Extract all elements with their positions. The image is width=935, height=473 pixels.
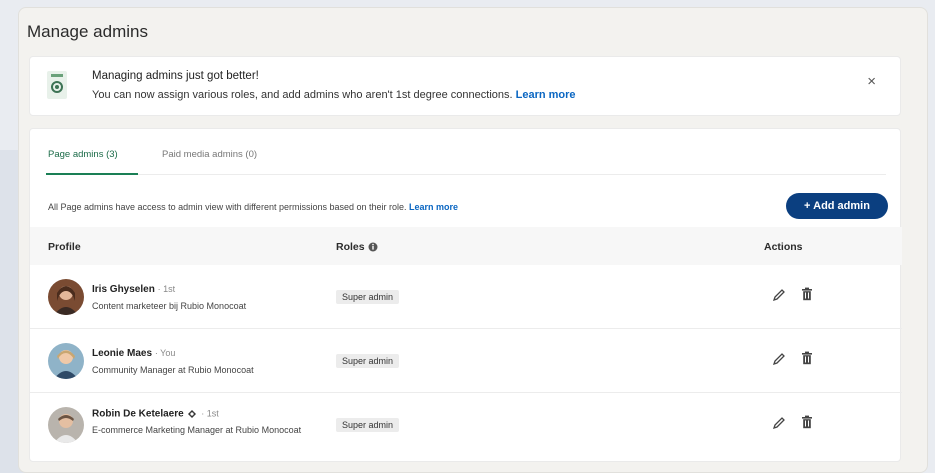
trash-icon[interactable] [800,287,814,301]
manage-admins-panel: Manage admins Managing admins just got b… [18,7,928,473]
banner-heading: Managing admins just got better! [92,70,259,82]
avatar [48,407,84,443]
trash-icon[interactable] [800,351,814,365]
avatar [48,279,84,315]
connection-degree: · 1st [157,284,176,294]
close-icon[interactable]: × [867,73,876,90]
table-row: Robin De Ketelaere · 1st E-commerce Mark… [30,393,902,461]
admin-badge-icon [47,71,67,99]
tab-paid-media-admins[interactable]: Paid media admins (0) [162,149,257,160]
verified-badge-icon [188,410,197,418]
avatar [48,343,84,379]
add-admin-button[interactable]: + Add admin [786,193,888,219]
banner-text-body: You can now assign various roles, and ad… [92,89,513,101]
info-banner: Managing admins just got better! You can… [29,56,901,116]
pencil-icon[interactable] [772,288,786,302]
role-badge: Super admin [336,418,400,432]
connection-degree: · You [154,348,176,358]
info-icon[interactable] [368,242,378,252]
admin-name-text[interactable]: Iris Ghyselen [92,284,155,295]
active-tab-indicator [46,173,138,175]
table-header: Profile Roles Actions [30,227,902,265]
table-row: Iris Ghyselen · 1st Content marketeer bi… [30,265,902,329]
header-roles-label: Roles [336,241,365,253]
admin-name-text[interactable]: Robin De Ketelaere [92,409,184,420]
permissions-learn-more-link[interactable]: Learn more [409,202,458,212]
role-badge: Super admin [336,290,400,304]
header-roles: Roles [336,241,378,253]
admin-headline: Community Manager at Rubio Monocoat [92,365,254,375]
admin-headline: Content marketeer bij Rubio Monocoat [92,301,247,311]
role-badge: Super admin [336,354,400,368]
header-profile: Profile [48,241,81,253]
header-actions: Actions [764,241,803,253]
connection-degree: · 1st [201,408,219,419]
pencil-icon[interactable] [772,416,786,430]
table-row: Leonie Maes · You Community Manager at R… [30,329,902,393]
permissions-info-text: All Page admins have access to admin vie… [48,202,407,212]
banner-text: You can now assign various roles, and ad… [92,89,576,101]
trash-icon[interactable] [800,415,814,429]
admin-name[interactable]: Iris Ghyselen · 1st [92,284,175,295]
panel-title: Manage admins [27,22,148,41]
admin-name[interactable]: Robin De Ketelaere · 1st [92,408,219,420]
admin-tabs: Page admins (3) Paid media admins (0) [46,129,886,175]
pencil-icon[interactable] [772,352,786,366]
admin-name[interactable]: Leonie Maes · You [92,348,175,359]
admins-card: Page admins (3) Paid media admins (0) Al… [29,128,902,462]
banner-learn-more-link[interactable]: Learn more [516,89,576,101]
admin-name-text[interactable]: Leonie Maes [92,348,152,359]
permissions-info: All Page admins have access to admin vie… [48,202,458,212]
tab-page-admins[interactable]: Page admins (3) [48,149,118,160]
admin-headline: E-commerce Marketing Manager at Rubio Mo… [92,425,302,435]
